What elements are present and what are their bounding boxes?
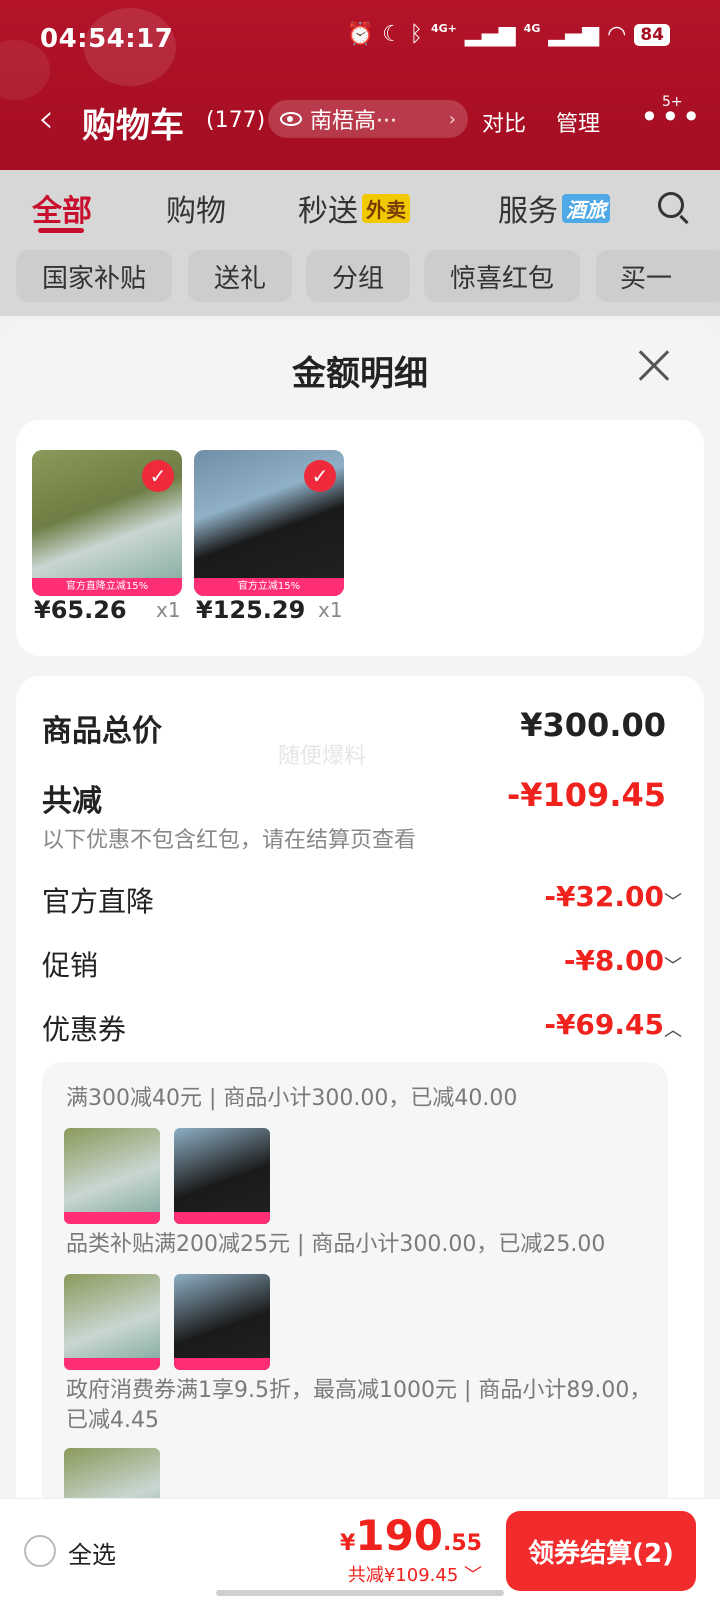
page-title: 购物车: [82, 106, 184, 146]
chevron-down-icon[interactable]: ﹀: [664, 888, 682, 914]
coupon-product-thumb: [64, 1128, 160, 1224]
check-icon: ✓: [142, 460, 174, 492]
product-price: ¥65.26: [34, 596, 127, 624]
status-bar: 04:54:17 ⏰ ☾ ᛒ 4G+ ▂▄▆ 4G ▂▄▆ ◠ 84: [0, 0, 720, 80]
total-value: ¥300.00: [520, 706, 666, 744]
total-decimal: .55: [443, 1531, 482, 1556]
tab-shopping[interactable]: 购物: [166, 186, 226, 230]
status-time: 04:54:17: [40, 24, 174, 54]
product-item[interactable]: ✓ 官方直降立减15% ¥65.26 x1: [32, 450, 182, 624]
total-label: 商品总价: [42, 714, 162, 749]
address-text: 南梧高···: [310, 109, 397, 134]
top-header: 04:54:17 ⏰ ☾ ᛒ 4G+ ▂▄▆ 4G ▂▄▆ ◠ 84 ‹ 购物车…: [0, 0, 720, 170]
product-image: ✓ 官方立减15%: [194, 450, 344, 596]
eye-icon: [280, 112, 302, 126]
official-discount-value[interactable]: -¥32.00: [544, 880, 664, 913]
status-icons: ⏰ ☾ ᛒ 4G+ ▂▄▆ 4G ▂▄▆ ◠ 84: [347, 22, 670, 47]
watermark: 随便爆料: [278, 744, 367, 769]
wifi-icon: ◠: [607, 22, 627, 47]
coupon-value[interactable]: -¥69.45: [544, 1008, 664, 1041]
coupon-line: 品类补贴满200减25元 | 商品小计300.00，已减25.00: [66, 1232, 606, 1257]
amount-detail-sheet: 金额明细 ✓ 官方直降立减15% ¥65.26 x1 ✓ 官方立减15% ¥12…: [0, 320, 720, 1600]
category-tabs: 全部 购物 秒送 外卖 服务 酒旅: [0, 170, 720, 240]
chip-gift[interactable]: 送礼: [188, 250, 292, 302]
chevron-down-icon[interactable]: ﹀: [664, 952, 682, 978]
home-indicator[interactable]: [216, 1590, 504, 1596]
official-discount-label[interactable]: 官方直降: [42, 880, 154, 920]
more-badge: 5+: [662, 94, 683, 110]
cart-count: (177): [206, 108, 266, 133]
tab-service-label: 服务: [498, 194, 558, 229]
chip-group[interactable]: 分组: [306, 250, 410, 302]
coupon-line: 满300减40元 | 商品小计300.00，已减40.00: [66, 1086, 518, 1111]
compare-link[interactable]: 对比: [482, 106, 526, 138]
product-qty: x1: [156, 598, 181, 622]
coupon-product-thumb: [174, 1274, 270, 1370]
alarm-icon: ⏰: [346, 22, 375, 47]
close-icon[interactable]: [634, 346, 674, 386]
reduce-note: 以下优惠不包含红包，请在结算页查看: [42, 828, 417, 853]
manage-link[interactable]: 管理: [556, 106, 600, 138]
saved-amount[interactable]: 共减¥109.45 ﹀: [348, 1561, 482, 1587]
moon-icon: ☾: [382, 22, 402, 47]
chevron-right-icon: ›: [448, 108, 456, 130]
chip-national-subsidy[interactable]: 国家补贴: [16, 250, 172, 302]
product-price: ¥125.29: [196, 596, 306, 624]
product-band: 官方立减15%: [194, 578, 344, 596]
search-icon[interactable]: [658, 192, 684, 218]
tab-express-tag: 外卖: [362, 194, 410, 223]
reduce-value: -¥109.45: [506, 776, 666, 814]
signal-icon: 4G: [523, 22, 541, 35]
total-currency: ¥: [340, 1531, 356, 1556]
sheet-title: 金额明细: [292, 354, 428, 394]
tab-all[interactable]: 全部: [32, 186, 92, 230]
product-image: ✓ 官方直降立减15%: [32, 450, 182, 596]
coupon-line: 政府消费券满1享9.5折，最高减1000元 | 商品小计89.00，已减4.45: [66, 1378, 652, 1433]
filter-chips: 国家补贴 送礼 分组 惊喜红包 买一: [0, 240, 720, 316]
checkout-bar: 全选 ¥190.55 共减¥109.45 ﹀ 领券结算(2): [0, 1498, 720, 1600]
promotion-value[interactable]: -¥8.00: [564, 944, 664, 977]
select-all-radio[interactable]: [24, 1535, 56, 1567]
product-item[interactable]: ✓ 官方立减15% ¥125.29 x1: [194, 450, 344, 624]
checkout-button[interactable]: 领券结算(2): [506, 1511, 696, 1591]
promotion-label[interactable]: 促销: [42, 944, 98, 984]
product-qty: x1: [318, 598, 343, 622]
select-all-label[interactable]: 全选: [68, 1535, 116, 1570]
signal-icon: 4G+: [431, 22, 457, 35]
check-icon: ✓: [304, 460, 336, 492]
chevron-up-icon[interactable]: ︿: [664, 1016, 682, 1042]
tab-service[interactable]: 服务 酒旅: [498, 186, 614, 230]
total-integer: 190: [355, 1511, 444, 1560]
product-card: ✓ 官方直降立减15% ¥65.26 x1 ✓ 官方立减15% ¥125.29 …: [16, 420, 704, 656]
back-icon[interactable]: ‹: [38, 96, 54, 142]
address-pill[interactable]: 南梧高··· ›: [268, 100, 468, 138]
tab-underline: [38, 228, 84, 233]
price-breakdown-card: 随便爆料 商品总价 ¥300.00 共减 -¥109.45 以下优惠不包含红包，…: [16, 676, 704, 1600]
bluetooth-icon: ᛒ: [409, 22, 423, 47]
coupon-product-thumb: [174, 1128, 270, 1224]
chip-buy-one[interactable]: 买一: [596, 250, 720, 302]
signal-bars-icon: ▂▄▆: [548, 22, 600, 47]
coupon-label[interactable]: 优惠券: [42, 1008, 126, 1048]
tab-express[interactable]: 秒送 外卖: [298, 186, 410, 230]
coupon-product-thumb: [64, 1274, 160, 1370]
product-band: 官方直降立减15%: [32, 578, 182, 596]
total-price: ¥190.55: [340, 1511, 482, 1560]
tab-service-tag: 酒旅: [562, 194, 610, 223]
tab-express-label: 秒送: [298, 194, 358, 229]
chip-red-packet[interactable]: 惊喜红包: [424, 250, 580, 302]
signal-bars-icon: ▂▄▆: [464, 22, 516, 47]
nav-bar: ‹ 购物车 (177) 南梧高··· › 对比 管理 ••• 5+: [0, 92, 720, 152]
reduce-label: 共减: [42, 784, 102, 819]
battery-icon: 84: [634, 23, 670, 46]
